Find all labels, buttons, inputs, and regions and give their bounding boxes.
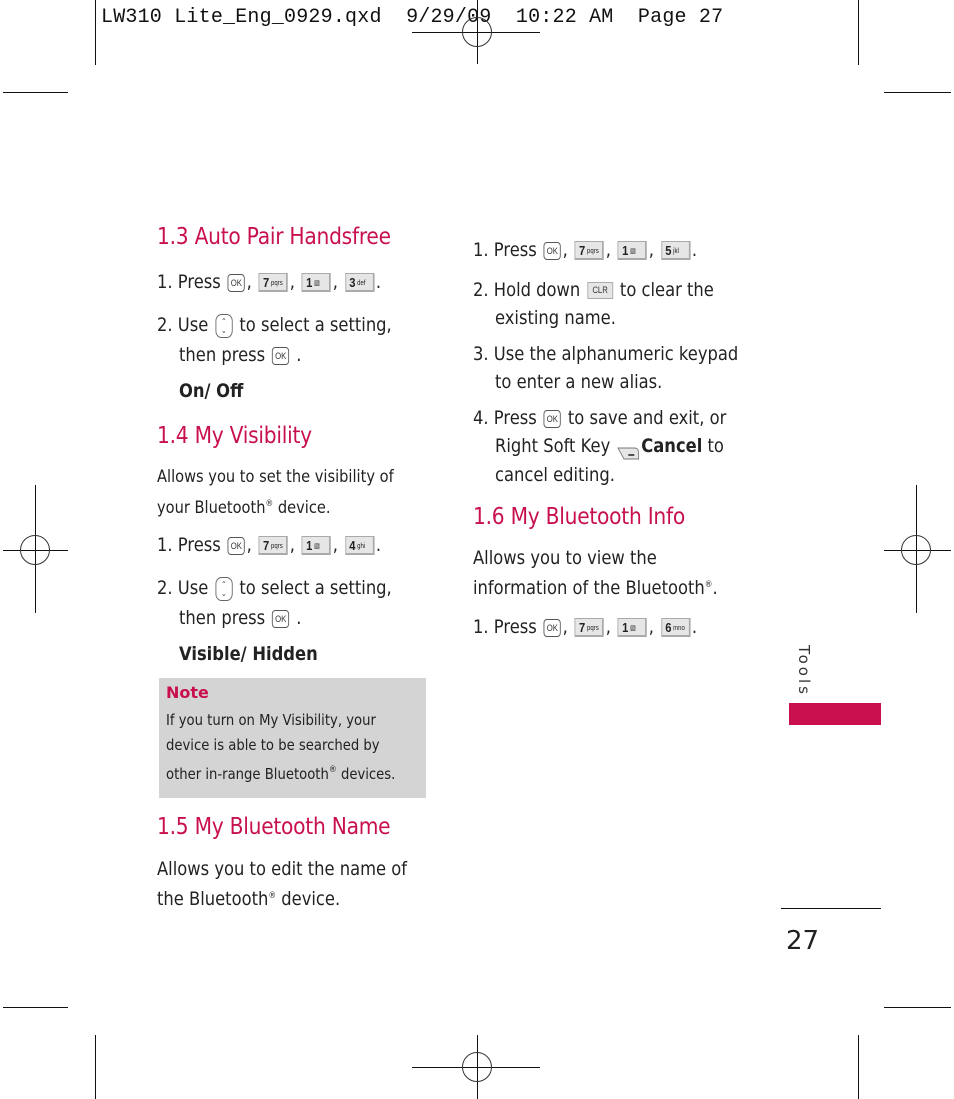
side-tab-label: Tools xyxy=(795,645,813,697)
right-soft-key-icon xyxy=(617,440,640,459)
key-5-icon: 5 jkl xyxy=(660,241,691,260)
slug-file: LW310 Lite_Eng_0929.qxd xyxy=(101,6,382,29)
step-3-cont: to enter a new alias. xyxy=(495,371,663,393)
slug-time: 10:22 AM xyxy=(515,6,614,29)
crop-mark xyxy=(95,1035,96,1099)
key-7-icon: 7 pqrs xyxy=(258,273,289,292)
ok-key-icon: OK xyxy=(272,609,290,628)
step-label: 2. Use xyxy=(157,314,209,336)
crop-mark xyxy=(95,0,96,65)
step-text: to save and exit, or xyxy=(567,407,727,429)
step-label: 2. Hold down xyxy=(473,279,581,301)
crop-mark xyxy=(3,92,68,93)
step-1: 1. Press OK, 7 pqrs, 1 ▧, 4 ghi. xyxy=(157,534,382,556)
ok-key-icon: OK xyxy=(272,346,290,365)
step-label: 1. Press xyxy=(157,271,221,293)
nav-up-down-icon: ⌃ ⌄ xyxy=(215,576,233,601)
ok-key-icon: OK xyxy=(543,409,561,428)
step-4-cont: Right Soft Key Cancel to xyxy=(495,435,724,459)
step-2: 2. Hold down CLR to clear the xyxy=(473,276,714,304)
crop-mark xyxy=(858,0,859,65)
crop-mark xyxy=(884,1007,951,1008)
key-7-icon: 7 pqrs xyxy=(258,536,289,555)
slug-page: Page 27 xyxy=(637,6,724,29)
section-title-my-bluetooth-info: 1.6 My Bluetooth Info xyxy=(473,504,685,530)
step-label: 4. Press xyxy=(473,407,537,429)
section-desc: information of the Bluetooth®. xyxy=(473,577,718,599)
step-3: 3. Use the alphanumeric keypad xyxy=(473,343,739,365)
ok-key-icon: OK xyxy=(227,536,245,555)
cancel-label: Cancel xyxy=(641,435,703,457)
step-text: Right Soft Key xyxy=(495,435,611,457)
step-2-cont: then press OK . xyxy=(179,344,302,366)
section-desc: Allows you to set the visibility of xyxy=(157,467,394,487)
page-number-rule xyxy=(781,908,881,909)
note-title: Note xyxy=(166,683,209,702)
step-2-cont: existing name. xyxy=(495,307,616,329)
section-title-my-visibility: 1.4 My Visibility xyxy=(157,423,312,449)
step-label: 2. Use xyxy=(157,577,209,599)
step-1: 1. Press OK, 7 pqrs, 1 ▧, 5 jkl. xyxy=(473,239,698,261)
key-7-icon: 7 pqrs xyxy=(574,618,605,637)
step-1: 1. Press OK, 7 pqrs, 1 ▧, 3 def. xyxy=(157,271,382,293)
crop-mark xyxy=(858,1035,859,1099)
section-desc: the Bluetooth® device. xyxy=(157,888,341,910)
key-1-voicemail-icon: 1 ▧ xyxy=(617,618,648,637)
section-title-my-bluetooth-name: 1.5 My Bluetooth Name xyxy=(157,814,391,840)
nav-up-down-icon: ⌃ ⌄ xyxy=(215,313,233,338)
step-4-cont: cancel editing. xyxy=(495,464,615,486)
step-2-cont: then press OK . xyxy=(179,607,302,629)
step-text: to select a setting, xyxy=(239,314,392,336)
ok-key-icon: OK xyxy=(543,241,561,260)
step-label: 1. Press xyxy=(157,534,221,556)
step-label: 1. Press xyxy=(473,239,537,261)
slug-line: LW310 Lite_Eng_0929.qxd 9/29/09 10:22 AM… xyxy=(101,6,723,29)
options-on-off: On/ Off xyxy=(179,380,244,402)
options-visible-hidden: Visible/ Hidden xyxy=(179,643,318,665)
step-2: 2. Use ⌃ ⌄ to select a setting, xyxy=(157,574,392,602)
step-text: to clear the xyxy=(619,279,714,301)
ok-key-icon: OK xyxy=(543,618,561,637)
step-label: 1. Press xyxy=(473,616,537,638)
clr-key-icon: CLR xyxy=(587,282,613,299)
ok-key-icon: OK xyxy=(227,273,245,292)
step-text: then press xyxy=(179,344,266,366)
key-1-voicemail-icon: 1 ▧ xyxy=(301,536,332,555)
key-1-voicemail-icon: 1 ▧ xyxy=(301,273,332,292)
section-title-auto-pair: 1.3 Auto Pair Handsfree xyxy=(157,224,391,250)
step-2: 2. Use ⌃ ⌄ to select a setting, xyxy=(157,311,392,339)
page-number: 27 xyxy=(786,926,820,956)
step-4: 4. Press OK to save and exit, or xyxy=(473,404,726,432)
section-desc: Allows you to edit the name of xyxy=(157,858,408,880)
step-text: then press xyxy=(179,607,266,629)
key-6-icon: 6 mno xyxy=(660,618,691,637)
key-7-icon: 7 pqrs xyxy=(574,241,605,260)
key-4-icon: 4 ghi xyxy=(344,536,375,555)
crop-mark xyxy=(3,1007,68,1008)
key-3-icon: 3 def xyxy=(344,273,375,292)
side-tab-marker xyxy=(789,703,881,725)
step-text: to select a setting, xyxy=(239,577,392,599)
step-1: 1. Press OK, 7 pqrs, 1 ▧, 6 mno. xyxy=(473,616,698,638)
crop-mark xyxy=(884,92,951,93)
note-text: If you turn on My Visibility, your devic… xyxy=(166,711,396,783)
key-1-voicemail-icon: 1 ▧ xyxy=(617,241,648,260)
section-desc: Allows you to view the xyxy=(473,547,657,569)
section-desc: your Bluetooth® device. xyxy=(157,498,331,518)
